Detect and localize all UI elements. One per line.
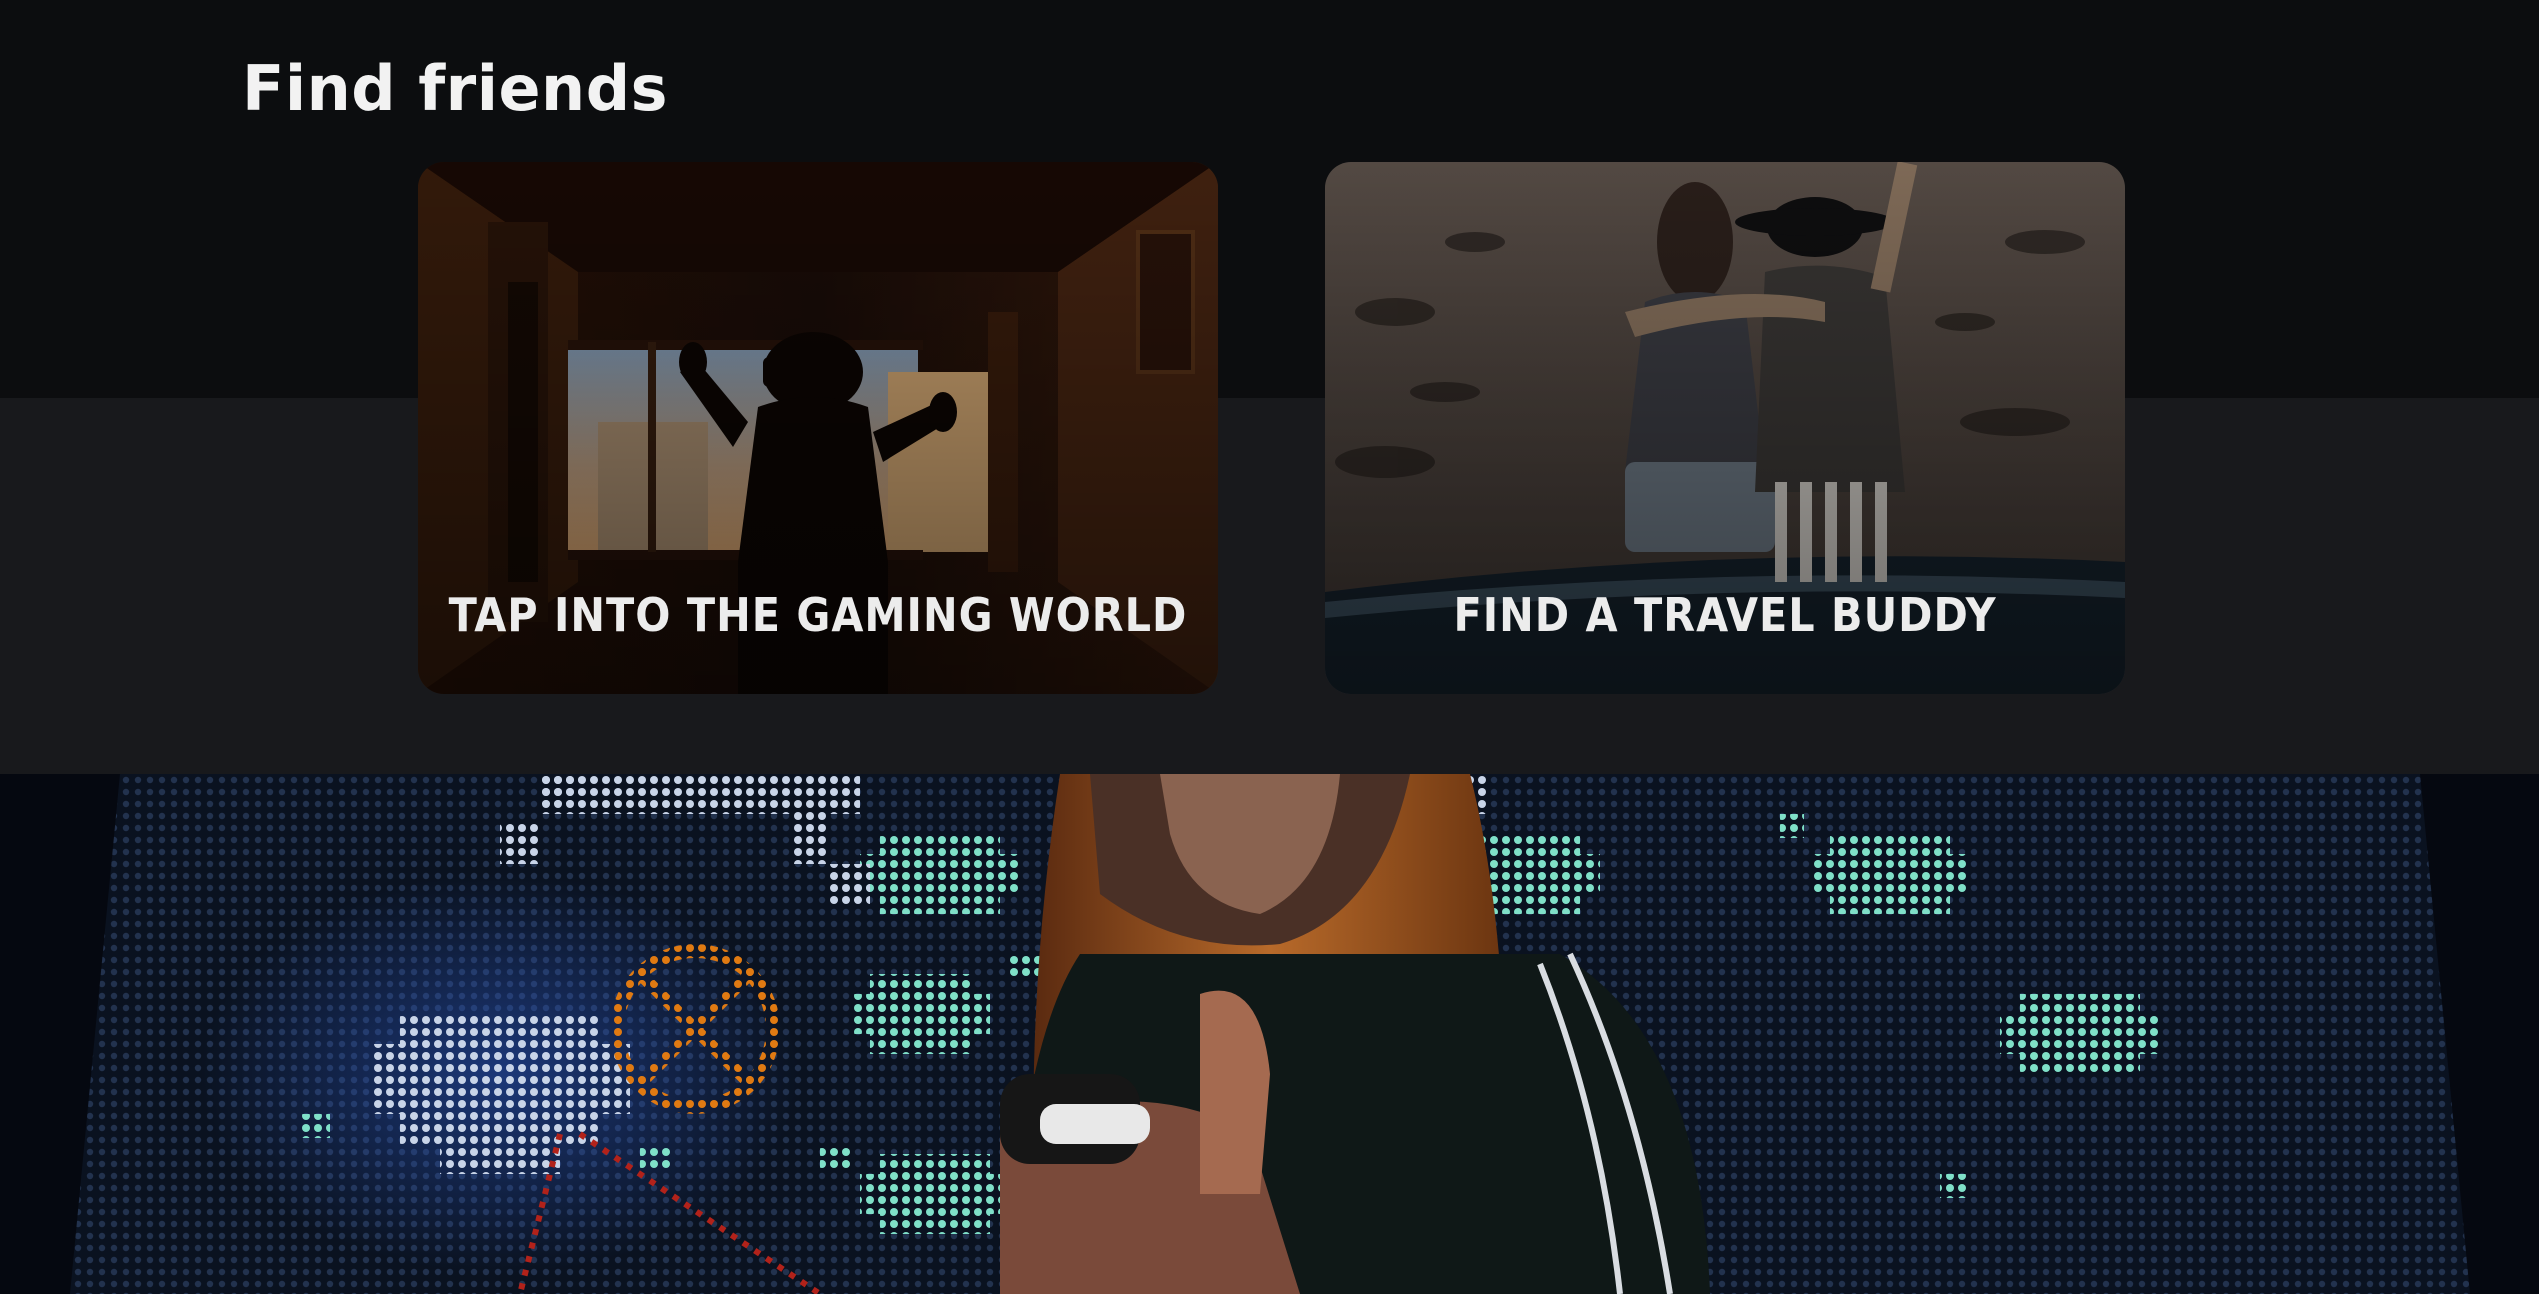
gaming-world-card[interactable]: TAP INTO THE GAMING WORLD [418, 162, 1218, 694]
section-title: Find friends [242, 52, 668, 125]
arcade-scene [0, 774, 2539, 1294]
travel-buddy-card[interactable]: FIND A TRAVEL BUDDY [1325, 162, 2125, 694]
find-friends-section: Find friends TAP INTO THE GAMING WORLD F… [0, 0, 2539, 1294]
travel-card-label: FIND A TRAVEL BUDDY [1453, 588, 1997, 642]
gaming-card-label: TAP INTO THE GAMING WORLD [448, 588, 1188, 642]
middle-band [0, 398, 2539, 774]
arcade-hero-image [0, 774, 2539, 1294]
